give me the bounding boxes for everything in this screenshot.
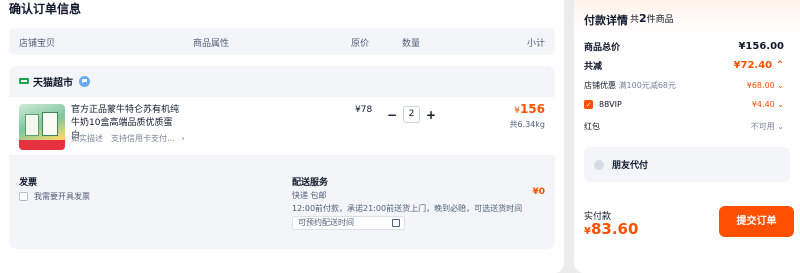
delivery-time-placeholder: 可预约配送时间 — [298, 218, 354, 227]
unit-price: ¥78 — [355, 105, 373, 115]
discount-details: 店铺优惠 满100元减68元 ¥68.00 ⌄ ✓ 88VIP ¥4.40 ⌄ 红… — [580, 76, 790, 136]
shipping-promise: 12:00前付款，承诺21:00前送货上门，晚到必赔，可选送货时间 — [292, 204, 523, 213]
chevron-down-icon: ⌄ — [777, 81, 784, 90]
quantity-stepper: − 2 + — [385, 106, 438, 123]
header-attributes: 商品属性 — [193, 39, 230, 49]
increase-button[interactable]: + — [424, 107, 438, 123]
calendar-icon — [392, 219, 400, 227]
redpacket-value: 不可用 ⌄ — [751, 121, 784, 132]
item-row: 官方正品蒙牛特仑苏有机纯牛奶10盒高端品质优质蛋白 如实描述 支持信用卡支付… … — [9, 97, 555, 155]
goods-total-row: 商品总价 ¥156.00 — [584, 40, 784, 53]
actual-pay-symbol: ¥ — [584, 226, 591, 237]
friend-pay-option[interactable]: 朋友代付 — [584, 147, 790, 182]
product-services[interactable]: 如实描述 支持信用卡支付… › — [71, 133, 185, 144]
discount-label: 共减 — [584, 62, 603, 72]
table-header: 店铺宝贝 商品属性 原价 数量 小计 — [9, 28, 555, 55]
discount-row[interactable]: 共减 ¥72.40 ⌃ — [584, 59, 784, 72]
product-thumbnail[interactable] — [19, 104, 65, 150]
actual-pay-value: ¥83.60 — [584, 220, 638, 238]
quantity-input[interactable]: 2 — [403, 106, 420, 123]
actual-pay-amount: 83.60 — [590, 220, 639, 238]
store-header[interactable]: 天猫超市 — [19, 74, 90, 89]
store-coupon-amount: ¥68.00 — [746, 81, 775, 90]
item-count-suffix: 件商品 — [646, 15, 674, 25]
line-total: ¥156 — [514, 102, 545, 116]
invoice-option[interactable]: 我需要开具发票 — [19, 191, 90, 202]
goods-total-value: ¥156.00 — [738, 41, 784, 52]
invoice-title: 发票 — [19, 178, 38, 188]
vip-value: ¥4.40 ⌄ — [752, 100, 784, 109]
discount-total: ¥72.40 — [733, 60, 773, 71]
chevron-up-icon: ⌃ — [775, 60, 784, 71]
item-count: 共2件商品 — [630, 12, 674, 25]
decrease-button[interactable]: − — [385, 107, 399, 123]
invoice-option-label: 我需要开具发票 — [34, 192, 90, 201]
delivery-time-select[interactable]: 可预约配送时间 — [292, 216, 405, 230]
chevron-down-icon: ⌄ — [777, 100, 784, 109]
product-services-text: 如实描述 支持信用卡支付… — [71, 134, 175, 143]
header-subtotal: 小计 — [526, 39, 545, 49]
order-panel: 确认订单信息 店铺宝贝 商品属性 原价 数量 小计 天猫超市 官方正品蒙牛特仑苏… — [0, 0, 564, 273]
vip-amount: ¥4.40 — [751, 100, 775, 109]
payment-title: 付款详情 — [584, 14, 628, 27]
chevron-down-icon: ⌄ — [777, 122, 784, 131]
chat-icon[interactable] — [79, 75, 90, 87]
store-coupon-desc: 满100元减68元 — [618, 81, 676, 90]
store-coupon-value: ¥68.00 ⌄ — [747, 81, 784, 90]
vip-row[interactable]: ✓ 88VIP ¥4.40 ⌄ — [584, 100, 784, 109]
store-coupon-label: 店铺优惠 — [584, 81, 616, 90]
discount-value: ¥72.40 ⌃ — [734, 60, 784, 71]
redpacket-row[interactable]: 红包 不可用 ⌄ — [584, 121, 784, 132]
store-coupon-row[interactable]: 店铺优惠 满100元减68元 ¥68.00 ⌄ — [584, 80, 784, 91]
line-weight: 共6.34kg — [509, 120, 545, 129]
page-title: 确认订单信息 — [9, 2, 82, 16]
shipping-fee: ¥0 — [532, 187, 545, 197]
redpacket-label: 红包 — [584, 122, 600, 131]
header-quantity: 数量 — [402, 39, 421, 49]
line-total-value: 156 — [519, 102, 545, 116]
goods-total-label: 商品总价 — [584, 43, 621, 53]
submit-order-button[interactable]: 提交订单 — [719, 206, 794, 237]
store-card: 天猫超市 官方正品蒙牛特仑苏有机纯牛奶10盒高端品质优质蛋白 如实描述 支持信用… — [9, 66, 555, 249]
item-count-value: 2 — [639, 12, 647, 25]
redpacket-status: 不可用 — [750, 122, 775, 131]
shipping-method: 快递 包邮 — [292, 191, 327, 200]
payment-panel: 付款详情 共2件商品 商品总价 ¥156.00 共减 ¥72.40 ⌃ 店铺优惠… — [574, 0, 800, 273]
item-count-prefix: 共 — [630, 15, 640, 25]
radio-icon[interactable] — [594, 159, 604, 170]
chevron-right-icon: › — [181, 134, 185, 143]
header-original-price: 原价 — [351, 39, 370, 49]
header-store-items: 店铺宝贝 — [19, 39, 56, 49]
shipping-title: 配送服务 — [292, 178, 329, 188]
store-name: 天猫超市 — [33, 77, 73, 89]
invoice-checkbox[interactable] — [19, 192, 28, 201]
tmall-logo-icon — [19, 78, 29, 84]
vip-label: 88VIP — [599, 100, 622, 109]
vip-checkbox[interactable]: ✓ — [584, 100, 593, 109]
friend-pay-label: 朋友代付 — [612, 161, 649, 171]
